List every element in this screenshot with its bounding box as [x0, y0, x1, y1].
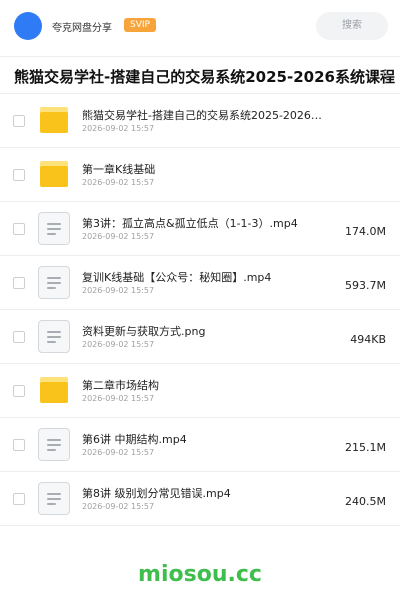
file-date: 2026-09-02 15:57 — [82, 178, 155, 187]
file-date: 2026-09-02 15:57 — [82, 448, 155, 457]
folder-icon — [40, 377, 68, 403]
folder-icon — [40, 161, 68, 187]
file-list: 熊猫交易学社-搭建自己的交易系统2025-2026… 2026-09-02 15… — [0, 94, 400, 526]
list-item[interactable]: 第3讲：孤立高点&孤立低点（1-1-3）.mp4 2026-09-02 15:5… — [0, 202, 400, 256]
folder-title: 熊猫交易学社-搭建自己的交易系统2025-2026系统课程 — [14, 68, 395, 86]
watermark: miosou.cc — [138, 562, 262, 587]
list-item[interactable]: 复训K线基础【公众号：秘知圈】.mp4 2026-09-02 15:57 593… — [0, 256, 400, 310]
folder-title-bar: 熊猫交易学社-搭建自己的交易系统2025-2026系统课程 6 — [0, 56, 400, 94]
file-name: 熊猫交易学社-搭建自己的交易系统2025-2026… — [82, 109, 322, 122]
header: 夸克网盘分享 SVIP 搜索 — [0, 0, 400, 52]
file-size: 494KB — [350, 333, 386, 346]
file-name: 第6讲 中期结构.mp4 — [82, 433, 187, 446]
file-date: 2026-09-02 15:57 — [82, 340, 155, 349]
list-item[interactable]: 第一章K线基础 2026-09-02 15:57 — [0, 148, 400, 202]
file-name: 资料更新与获取方式.png — [82, 325, 206, 338]
file-date: 2026-09-02 15:57 — [82, 502, 155, 511]
file-name: 复训K线基础【公众号：秘知圈】.mp4 — [82, 271, 272, 284]
row-checkbox[interactable] — [13, 277, 25, 289]
list-item[interactable]: 熊猫交易学社-搭建自己的交易系统2025-2026… 2026-09-02 15… — [0, 94, 400, 148]
document-icon — [38, 482, 70, 515]
folder-icon — [40, 107, 68, 133]
row-checkbox[interactable] — [13, 331, 25, 343]
search-button[interactable]: 搜索 — [316, 12, 388, 40]
row-checkbox[interactable] — [13, 115, 25, 127]
document-icon — [38, 212, 70, 245]
file-size: 240.5M — [345, 495, 386, 508]
file-size: 593.7M — [345, 279, 386, 292]
row-checkbox[interactable] — [13, 385, 25, 397]
list-item[interactable]: 第6讲 中期结构.mp4 2026-09-02 15:57 215.1M — [0, 418, 400, 472]
file-size: 174.0M — [345, 225, 386, 238]
file-name: 第8讲 级别划分常见错误.mp4 — [82, 487, 231, 500]
row-checkbox[interactable] — [13, 169, 25, 181]
document-icon — [38, 320, 70, 353]
file-date: 2026-09-02 15:57 — [82, 232, 155, 241]
row-checkbox[interactable] — [13, 493, 25, 505]
row-checkbox[interactable] — [13, 439, 25, 451]
file-date: 2026-09-02 15:57 — [82, 394, 155, 403]
list-item[interactable]: 资料更新与获取方式.png 2026-09-02 15:57 494KB — [0, 310, 400, 364]
file-name: 第3讲：孤立高点&孤立低点（1-1-3）.mp4 — [82, 217, 298, 230]
list-item[interactable]: 第8讲 级别划分常见错误.mp4 2026-09-02 15:57 240.5M — [0, 472, 400, 526]
avatar[interactable] — [14, 12, 42, 40]
document-icon — [38, 266, 70, 299]
svip-badge: SVIP — [124, 18, 156, 32]
title-overflow-text: 6 — [382, 70, 388, 80]
file-size: 215.1M — [345, 441, 386, 454]
document-icon — [38, 428, 70, 461]
file-date: 2026-09-02 15:57 — [82, 124, 155, 133]
list-item[interactable]: 第二章市场结构 2026-09-02 15:57 — [0, 364, 400, 418]
username: 夸克网盘分享 — [52, 23, 112, 34]
file-name: 第一章K线基础 — [82, 163, 156, 176]
file-name: 第二章市场结构 — [82, 379, 159, 392]
row-checkbox[interactable] — [13, 223, 25, 235]
file-date: 2026-09-02 15:57 — [82, 286, 155, 295]
